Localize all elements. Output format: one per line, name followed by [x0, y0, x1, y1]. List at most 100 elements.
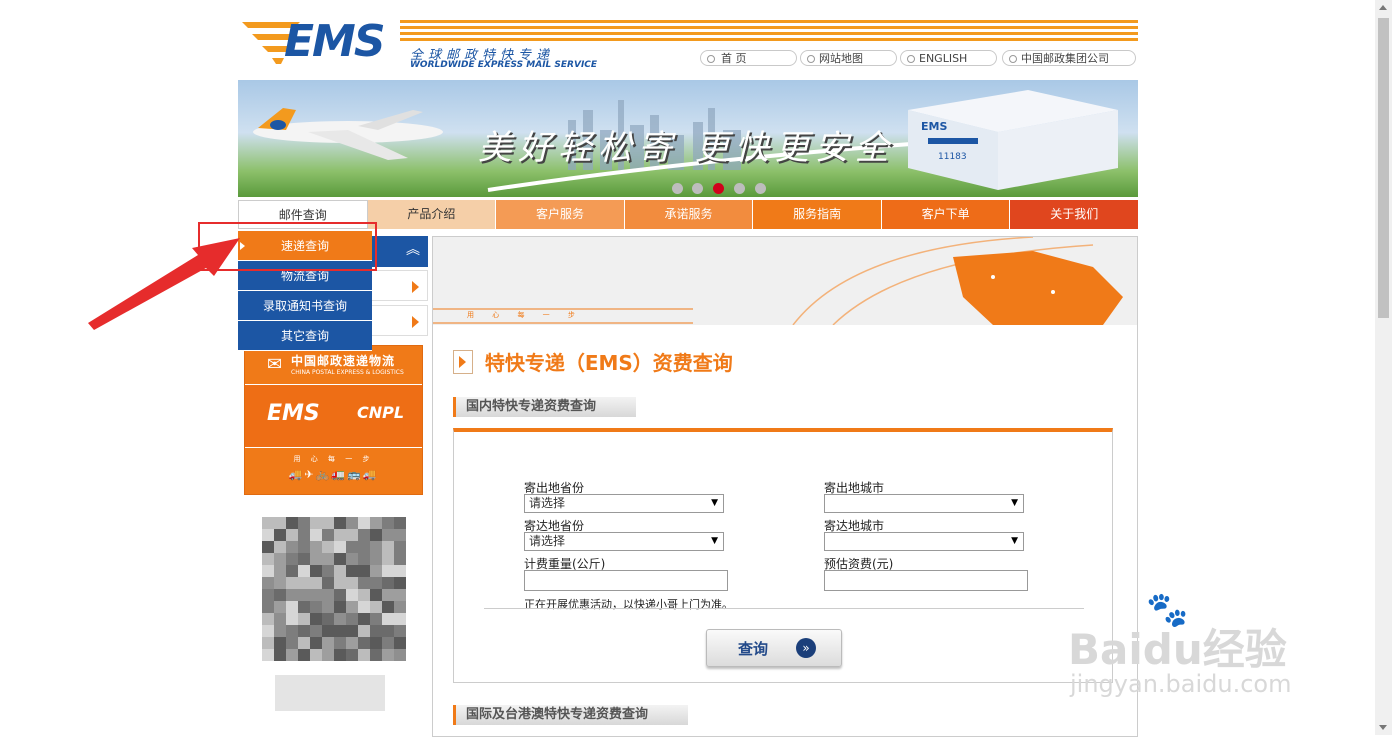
- qr-pixel: [298, 601, 310, 613]
- qr-pixel: [262, 649, 274, 661]
- carousel-dot-3-active[interactable]: [713, 183, 724, 194]
- qr-pixel: [394, 529, 406, 541]
- qr-pixel: [286, 529, 298, 541]
- qr-pixel: [298, 541, 310, 553]
- cnpl-en-text: CHINA POSTAL EXPRESS & LOGISTICS: [291, 369, 404, 376]
- qr-pixel: [298, 625, 310, 637]
- qr-pixel: [274, 613, 286, 625]
- qr-pixel: [262, 601, 274, 613]
- sitemap-link[interactable]: 网站地图: [800, 50, 897, 66]
- qr-pixel: [310, 649, 322, 661]
- hero-banner[interactable]: 美好轻松寄 更快更安全 EMS 11183: [238, 80, 1138, 197]
- qr-pixel: [382, 589, 394, 601]
- china-post-icon: ✉: [267, 354, 283, 375]
- domestic-rate-tab[interactable]: 国内特快专递资费查询: [453, 397, 637, 417]
- qr-pixel: [394, 601, 406, 613]
- qr-pixel: [310, 637, 322, 649]
- cnpl-cn-text: 中国邮政速递物流: [291, 354, 396, 368]
- nav-customer-service[interactable]: 客户服务: [496, 200, 625, 229]
- qr-pixel: [346, 517, 358, 529]
- dropdown-admission-letter-query[interactable]: 录取通知书查询: [238, 291, 372, 321]
- dropdown-other-query[interactable]: 其它查询: [238, 321, 372, 351]
- qr-pixel: [346, 637, 358, 649]
- airplane-icon: [253, 108, 443, 160]
- nav-about-us[interactable]: 关于我们: [1010, 200, 1139, 229]
- annotation-arrow-icon: [88, 238, 240, 330]
- from-province-select[interactable]: 请选择: [524, 494, 724, 513]
- logo-en-text: WORLDWIDE EXPRESS MAIL SERVICE: [410, 60, 598, 70]
- vertical-scrollbar[interactable]: [1375, 0, 1392, 735]
- qr-pixel: [262, 529, 274, 541]
- qr-pixel: [310, 625, 322, 637]
- nav-customer-order[interactable]: 客户下单: [881, 200, 1011, 229]
- qr-pixel: [298, 649, 310, 661]
- qr-pixel: [322, 601, 334, 613]
- query-button[interactable]: 查询 »: [706, 629, 842, 667]
- qr-pixel: [346, 565, 358, 577]
- carousel-dot-1[interactable]: [672, 183, 683, 194]
- qr-pixel: [286, 553, 298, 565]
- qr-pixel: [370, 529, 382, 541]
- qr-pixel: [370, 613, 382, 625]
- qr-pixel: [286, 613, 298, 625]
- china-post-group-link[interactable]: 中国邮政集团公司: [1002, 50, 1136, 66]
- qr-pixel: [334, 589, 346, 601]
- qr-pixel: [358, 625, 370, 637]
- header-stripes: [400, 20, 1138, 44]
- to-province-select[interactable]: 请选择: [524, 532, 724, 551]
- qr-pixel: [346, 649, 358, 661]
- qr-pixel: [274, 649, 286, 661]
- qr-pixel: [322, 541, 334, 553]
- nav-service-guide[interactable]: 服务指南: [753, 200, 882, 229]
- qr-pixel: [262, 613, 274, 625]
- chevron-up-icon[interactable]: ︽: [406, 243, 420, 257]
- qr-pixel: [394, 577, 406, 589]
- nav-products[interactable]: 产品介绍: [367, 200, 497, 229]
- qr-pixel: [298, 577, 310, 589]
- carousel-dot-4[interactable]: [734, 183, 745, 194]
- qr-pixel: [322, 529, 334, 541]
- banner-slogan: 美好轻松寄 更快更安全: [478, 128, 895, 168]
- qr-pixel: [382, 601, 394, 613]
- qr-caption-blurred: [275, 675, 385, 711]
- qr-pixel: [370, 649, 382, 661]
- transport-icons: 🚚✈🚲🚛🚌🚚: [288, 468, 379, 481]
- qr-pixel: [394, 589, 406, 601]
- qr-pixel: [298, 589, 310, 601]
- to-city-select[interactable]: [824, 532, 1024, 551]
- nav-commitment[interactable]: 承诺服务: [624, 200, 754, 229]
- qr-pixel: [262, 553, 274, 565]
- qr-pixel: [334, 649, 346, 661]
- qr-pixel: [382, 637, 394, 649]
- qr-pixel: [382, 553, 394, 565]
- qr-pixel: [394, 637, 406, 649]
- carousel-dot-5[interactable]: [755, 183, 766, 194]
- qr-pixel: [382, 517, 394, 529]
- scroll-down-icon[interactable]: [1379, 725, 1387, 730]
- carousel-dot-2[interactable]: [692, 183, 703, 194]
- qr-pixel: [394, 565, 406, 577]
- qr-pixel: [334, 577, 346, 589]
- qr-pixel: [322, 577, 334, 589]
- cnpl-logo-card[interactable]: ✉ 中国邮政速递物流 CHINA POSTAL EXPRESS & LOGIST…: [244, 345, 423, 495]
- qr-pixel: [322, 613, 334, 625]
- weight-input[interactable]: [524, 570, 728, 591]
- international-rate-tab[interactable]: 国际及台港澳特快专递资费查询: [453, 705, 689, 725]
- qr-pixel: [382, 577, 394, 589]
- from-city-select[interactable]: [824, 494, 1024, 513]
- qr-pixel: [274, 553, 286, 565]
- qr-pixel: [370, 541, 382, 553]
- qr-pixel: [358, 601, 370, 613]
- qr-pixel: [310, 601, 322, 613]
- home-link[interactable]: 首 页: [700, 50, 797, 66]
- qr-pixel: [286, 601, 298, 613]
- qr-pixel: [286, 577, 298, 589]
- main-banner: 用 心 每 一 步: [433, 237, 1137, 325]
- scroll-up-icon[interactable]: [1379, 5, 1387, 10]
- qr-pixel: [298, 637, 310, 649]
- english-link[interactable]: ENGLISH: [900, 50, 997, 66]
- arrow-right-icon: [412, 316, 419, 328]
- main-panel: 用 心 每 一 步 特快专递（EMS）资费查询 国内特快专递资费查询 寄出地省份…: [432, 236, 1138, 737]
- scroll-thumb[interactable]: [1378, 18, 1389, 318]
- fee-output: [824, 570, 1028, 591]
